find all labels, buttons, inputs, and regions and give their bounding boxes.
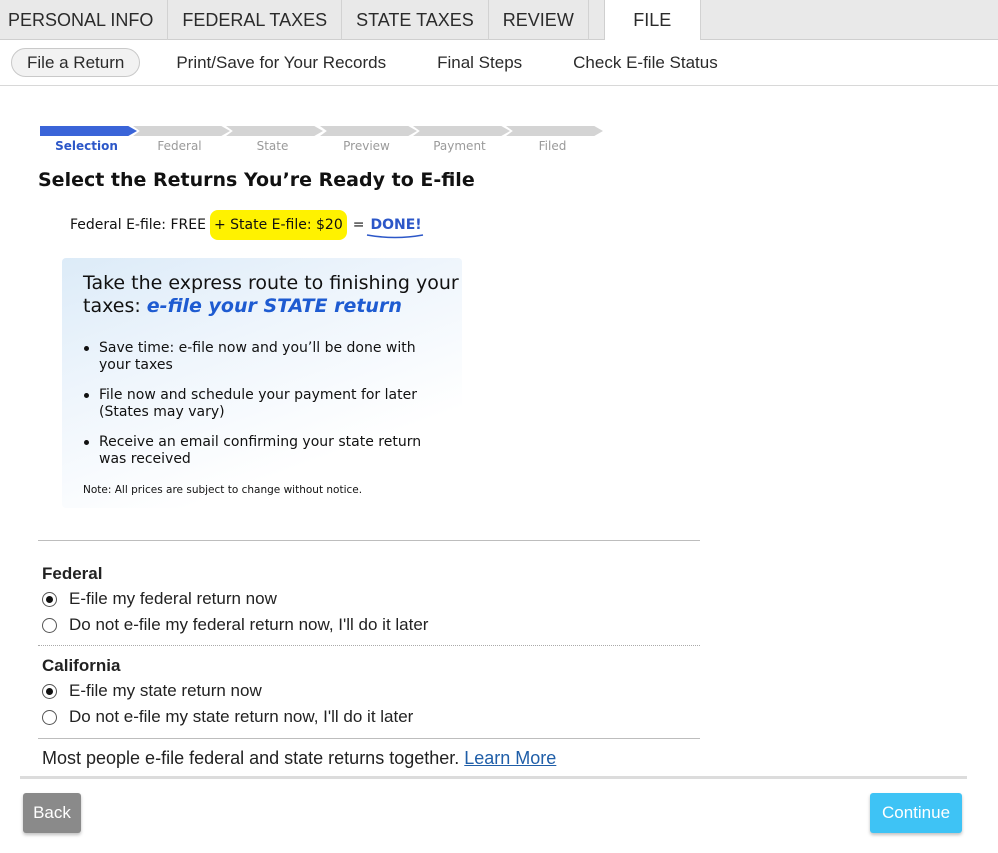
step-federal: Federal: [133, 126, 230, 153]
footer-message-text: Most people e-file federal and state ret…: [42, 748, 465, 768]
done-label: DONE!: [367, 217, 424, 239]
step-bar: [133, 126, 230, 136]
footer-separator: [20, 776, 967, 779]
state-efile-later-option[interactable]: Do not e-file my state return now, I'll …: [42, 707, 413, 727]
promo-bullet: Receive an email confirming your state r…: [84, 434, 444, 468]
radio-selected-icon[interactable]: [42, 591, 57, 607]
state-price-highlight: + State E-file: $20: [209, 210, 347, 240]
promo-headline: Take the express route to finishing your…: [83, 272, 463, 318]
step-bar: [226, 126, 323, 136]
tab-state-taxes[interactable]: STATE TAXES: [342, 0, 489, 40]
tab-personal-info[interactable]: PERSONAL INFO: [0, 0, 169, 40]
done-text: DONE!: [370, 217, 422, 233]
step-filed: Filed: [506, 126, 603, 153]
federal-section-title: Federal: [42, 564, 103, 583]
radio-unselected-icon[interactable]: [42, 709, 57, 725]
back-button[interactable]: Back: [23, 793, 81, 833]
top-tab-bar: PERSONAL INFO FEDERAL TAXES STATE TAXES …: [0, 0, 998, 41]
bullet-dot-icon: [84, 346, 89, 351]
step-label: Selection: [55, 139, 118, 153]
subnav-check-efile-status[interactable]: Check E-file Status: [573, 53, 718, 73]
step-selection: Selection: [40, 126, 137, 153]
step-state: State: [226, 126, 323, 153]
learn-more-link[interactable]: Learn More: [464, 748, 556, 768]
step-bar: [40, 126, 137, 136]
promo-bullet-text: Save time: e-file now and you’ll be done…: [99, 340, 416, 373]
divider: [38, 540, 700, 541]
option-label: E-file my state return now: [69, 681, 262, 700]
tab-review[interactable]: REVIEW: [489, 0, 589, 40]
step-label: Payment: [433, 139, 486, 153]
promo-headline-emphasis: e-file your STATE return: [146, 295, 402, 317]
page-title: Select the Returns You’re Ready to E-fil…: [38, 169, 475, 191]
step-payment: Payment: [413, 126, 510, 153]
step-label: Federal: [157, 139, 202, 153]
subnav-print-save[interactable]: Print/Save for Your Records: [176, 53, 386, 73]
subnav-file-a-return[interactable]: File a Return: [11, 48, 141, 77]
radio-unselected-icon[interactable]: [42, 617, 57, 633]
dotted-divider: [38, 645, 700, 646]
step-bar: [320, 126, 417, 136]
progress-steps: Selection Federal State Preview Payment …: [40, 126, 610, 156]
subnav-final-steps[interactable]: Final Steps: [437, 53, 522, 73]
federal-efile-later-option[interactable]: Do not e-file my federal return now, I'l…: [42, 615, 428, 635]
federal-efile-now-option[interactable]: E-file my federal return now: [42, 589, 277, 609]
bullet-dot-icon: [84, 393, 89, 398]
federal-price: Federal E-file: FREE: [70, 217, 206, 233]
step-label: Preview: [343, 139, 390, 153]
promo-bullet-list: Save time: e-file now and you’ll be done…: [84, 340, 444, 481]
bullet-dot-icon: [84, 440, 89, 445]
promo-bullet: File now and schedule your payment for l…: [84, 387, 444, 421]
step-label: Filed: [538, 139, 567, 153]
step-bar: [413, 126, 510, 136]
sub-nav: File a Return Print/Save for Your Record…: [0, 40, 998, 86]
pricing-summary: Federal E-file: FREE + State E-file: $20…: [70, 210, 424, 240]
tab-file[interactable]: FILE: [603, 0, 701, 41]
footer-message: Most people e-file federal and state ret…: [42, 748, 556, 769]
tab-federal-taxes[interactable]: FEDERAL TAXES: [168, 0, 343, 40]
step-preview: Preview: [320, 126, 417, 153]
promo-box: Take the express route to finishing your…: [62, 258, 462, 508]
promo-bullet-text: Receive an email confirming your state r…: [99, 434, 422, 467]
option-label: E-file my federal return now: [69, 589, 277, 608]
swoosh-underline-icon: [367, 234, 424, 239]
option-label: Do not e-file my federal return now, I'l…: [69, 615, 429, 634]
step-bar: [506, 126, 603, 136]
radio-selected-icon[interactable]: [42, 683, 57, 699]
equals-sign: =: [352, 217, 365, 233]
option-label: Do not e-file my state return now, I'll …: [69, 707, 414, 726]
state-section-title: California: [42, 656, 121, 675]
promo-bullet-text: File now and schedule your payment for l…: [99, 387, 417, 420]
divider: [38, 738, 700, 739]
state-efile-now-option[interactable]: E-file my state return now: [42, 681, 262, 701]
price-note: Note: All prices are subject to change w…: [83, 484, 363, 496]
promo-bullet: Save time: e-file now and you’ll be done…: [84, 340, 444, 374]
step-label: State: [256, 139, 289, 153]
continue-button[interactable]: Continue: [870, 793, 962, 833]
